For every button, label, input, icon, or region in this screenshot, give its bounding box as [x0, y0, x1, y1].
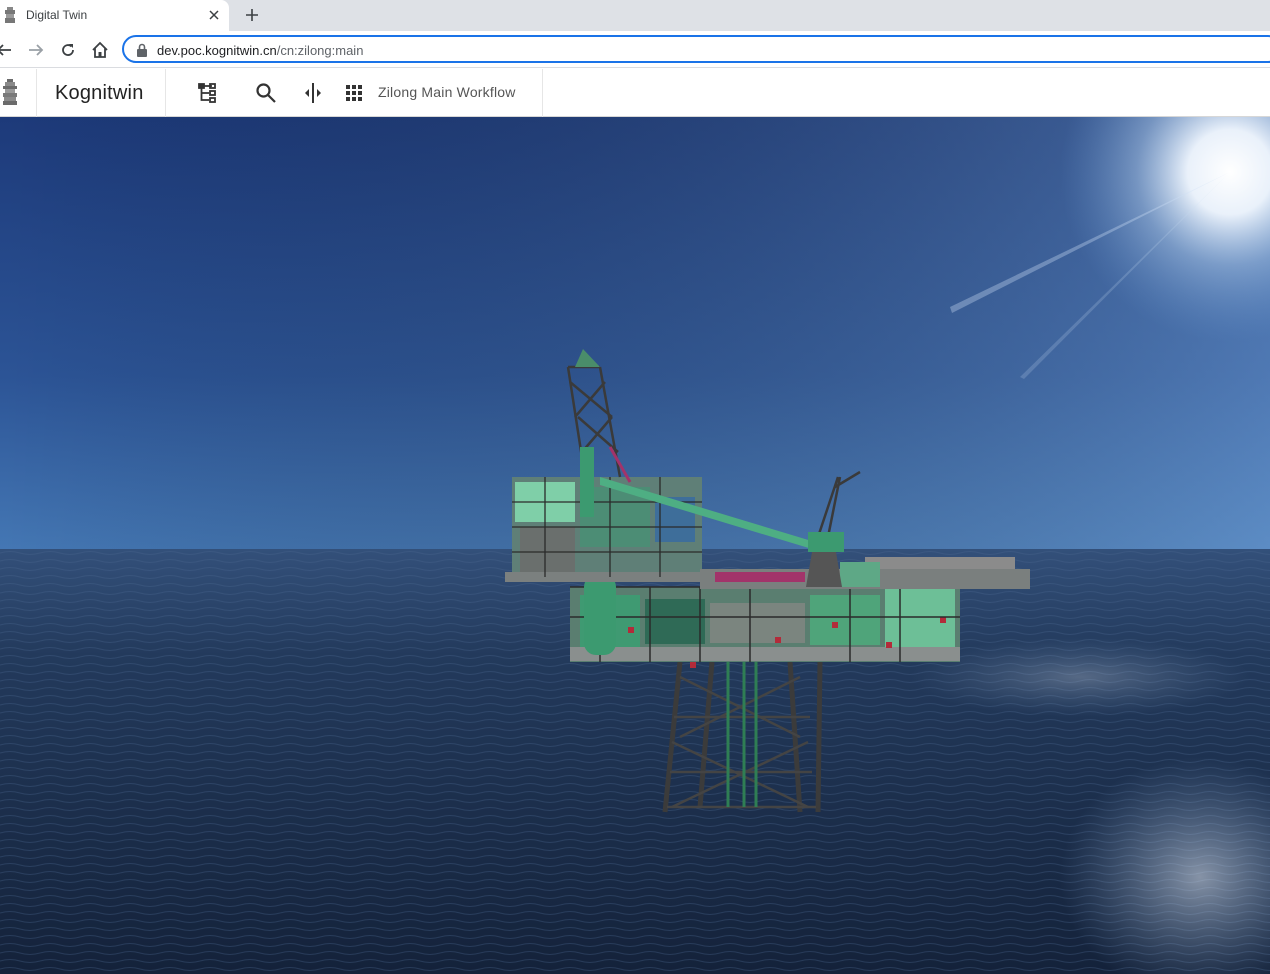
url-path: /cn:zilong:main [276, 43, 364, 58]
kognitwin-logo-icon[interactable] [2, 79, 18, 105]
browser-tab[interactable]: Digital Twin [0, 0, 229, 31]
plus-icon[interactable] [242, 5, 262, 25]
search-icon[interactable] [253, 80, 279, 106]
scene-canvas[interactable] [0, 117, 1270, 974]
url-host: dev.poc.kognitwin.cn [157, 43, 277, 58]
home-icon[interactable] [90, 40, 110, 60]
browser-tab-strip: Digital Twin [0, 0, 1270, 31]
close-icon[interactable] [206, 7, 222, 23]
lock-icon[interactable] [136, 43, 148, 57]
back-arrow-icon[interactable] [0, 40, 14, 60]
divider [36, 69, 37, 117]
forward-arrow-icon[interactable] [26, 40, 46, 60]
sun-glint [910, 637, 1250, 717]
browser-toolbar: dev.poc.kognitwin.cn/cn:zilong:main [0, 31, 1270, 68]
kognitwin-favicon-icon [4, 7, 16, 23]
workflow-label[interactable]: Zilong Main Workflow [378, 84, 516, 100]
brand-title: Kognitwin [55, 82, 144, 104]
reload-icon[interactable] [58, 40, 78, 60]
divider [165, 69, 166, 117]
hierarchy-tree-icon[interactable] [195, 80, 221, 106]
address-bar[interactable]: dev.poc.kognitwin.cn/cn:zilong:main [122, 35, 1270, 63]
tab-title: Digital Twin [26, 8, 88, 22]
3d-viewport[interactable] [0, 117, 1270, 974]
divider [542, 69, 543, 117]
app-header: Kognitwin Zilong Main Workflow [0, 69, 1270, 117]
url-text[interactable]: dev.poc.kognitwin.cn/cn:zilong:main [157, 43, 363, 58]
split-view-icon[interactable] [300, 80, 326, 106]
apps-grid-icon[interactable] [341, 80, 367, 106]
